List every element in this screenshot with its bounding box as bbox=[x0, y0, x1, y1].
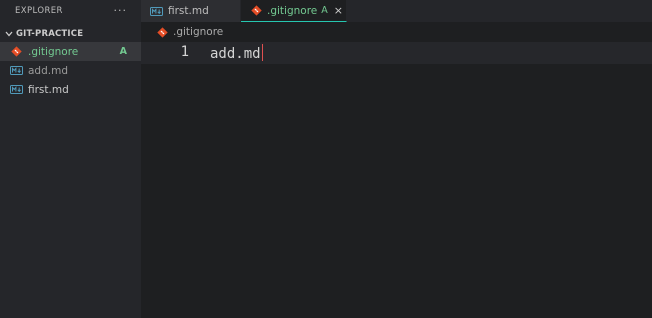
folder-name: GIT-PRACTICE bbox=[16, 28, 84, 39]
chevron-down-icon bbox=[4, 31, 14, 37]
markdown-icon bbox=[9, 65, 23, 77]
git-status-badge: A bbox=[119, 46, 127, 57]
tab-label: .gitignore bbox=[267, 4, 318, 17]
explorer-header: EXPLORER ··· bbox=[0, 0, 141, 21]
tab-bar: first.md .gitignore A × bbox=[141, 0, 652, 22]
code-text: add.md bbox=[210, 46, 261, 62]
markdown-icon bbox=[149, 5, 163, 17]
code-editor[interactable]: 1 add.md bbox=[141, 42, 652, 318]
file-item-first-md[interactable]: first.md bbox=[0, 80, 141, 99]
text-cursor bbox=[261, 44, 264, 61]
tab-gitignore[interactable]: .gitignore A × bbox=[241, 0, 347, 22]
tab-first-md[interactable]: first.md bbox=[141, 0, 241, 22]
close-icon[interactable]: × bbox=[334, 4, 343, 17]
explorer-title: EXPLORER bbox=[15, 5, 63, 16]
git-file-icon bbox=[9, 46, 23, 58]
file-item-gitignore[interactable]: .gitignore A bbox=[0, 42, 141, 61]
markdown-icon bbox=[9, 84, 23, 96]
git-status-badge: A bbox=[321, 5, 328, 16]
tab-label: first.md bbox=[168, 5, 209, 17]
file-item-add-md[interactable]: add.md bbox=[0, 61, 141, 80]
more-actions-button[interactable]: ··· bbox=[114, 4, 128, 17]
git-file-icon bbox=[155, 26, 169, 38]
line-number: 1 bbox=[180, 44, 189, 60]
explorer-sidebar: EXPLORER ··· GIT-PRACTICE .gitignore A a… bbox=[0, 0, 141, 318]
file-name: .gitignore bbox=[28, 45, 79, 58]
file-name: first.md bbox=[28, 83, 69, 96]
breadcrumb: .gitignore bbox=[141, 22, 652, 42]
breadcrumb-file[interactable]: .gitignore bbox=[173, 26, 223, 38]
git-file-icon bbox=[251, 5, 262, 17]
code-line[interactable]: add.md bbox=[210, 44, 264, 62]
file-name: add.md bbox=[28, 64, 68, 77]
folder-section-git-practice[interactable]: GIT-PRACTICE bbox=[0, 25, 141, 42]
